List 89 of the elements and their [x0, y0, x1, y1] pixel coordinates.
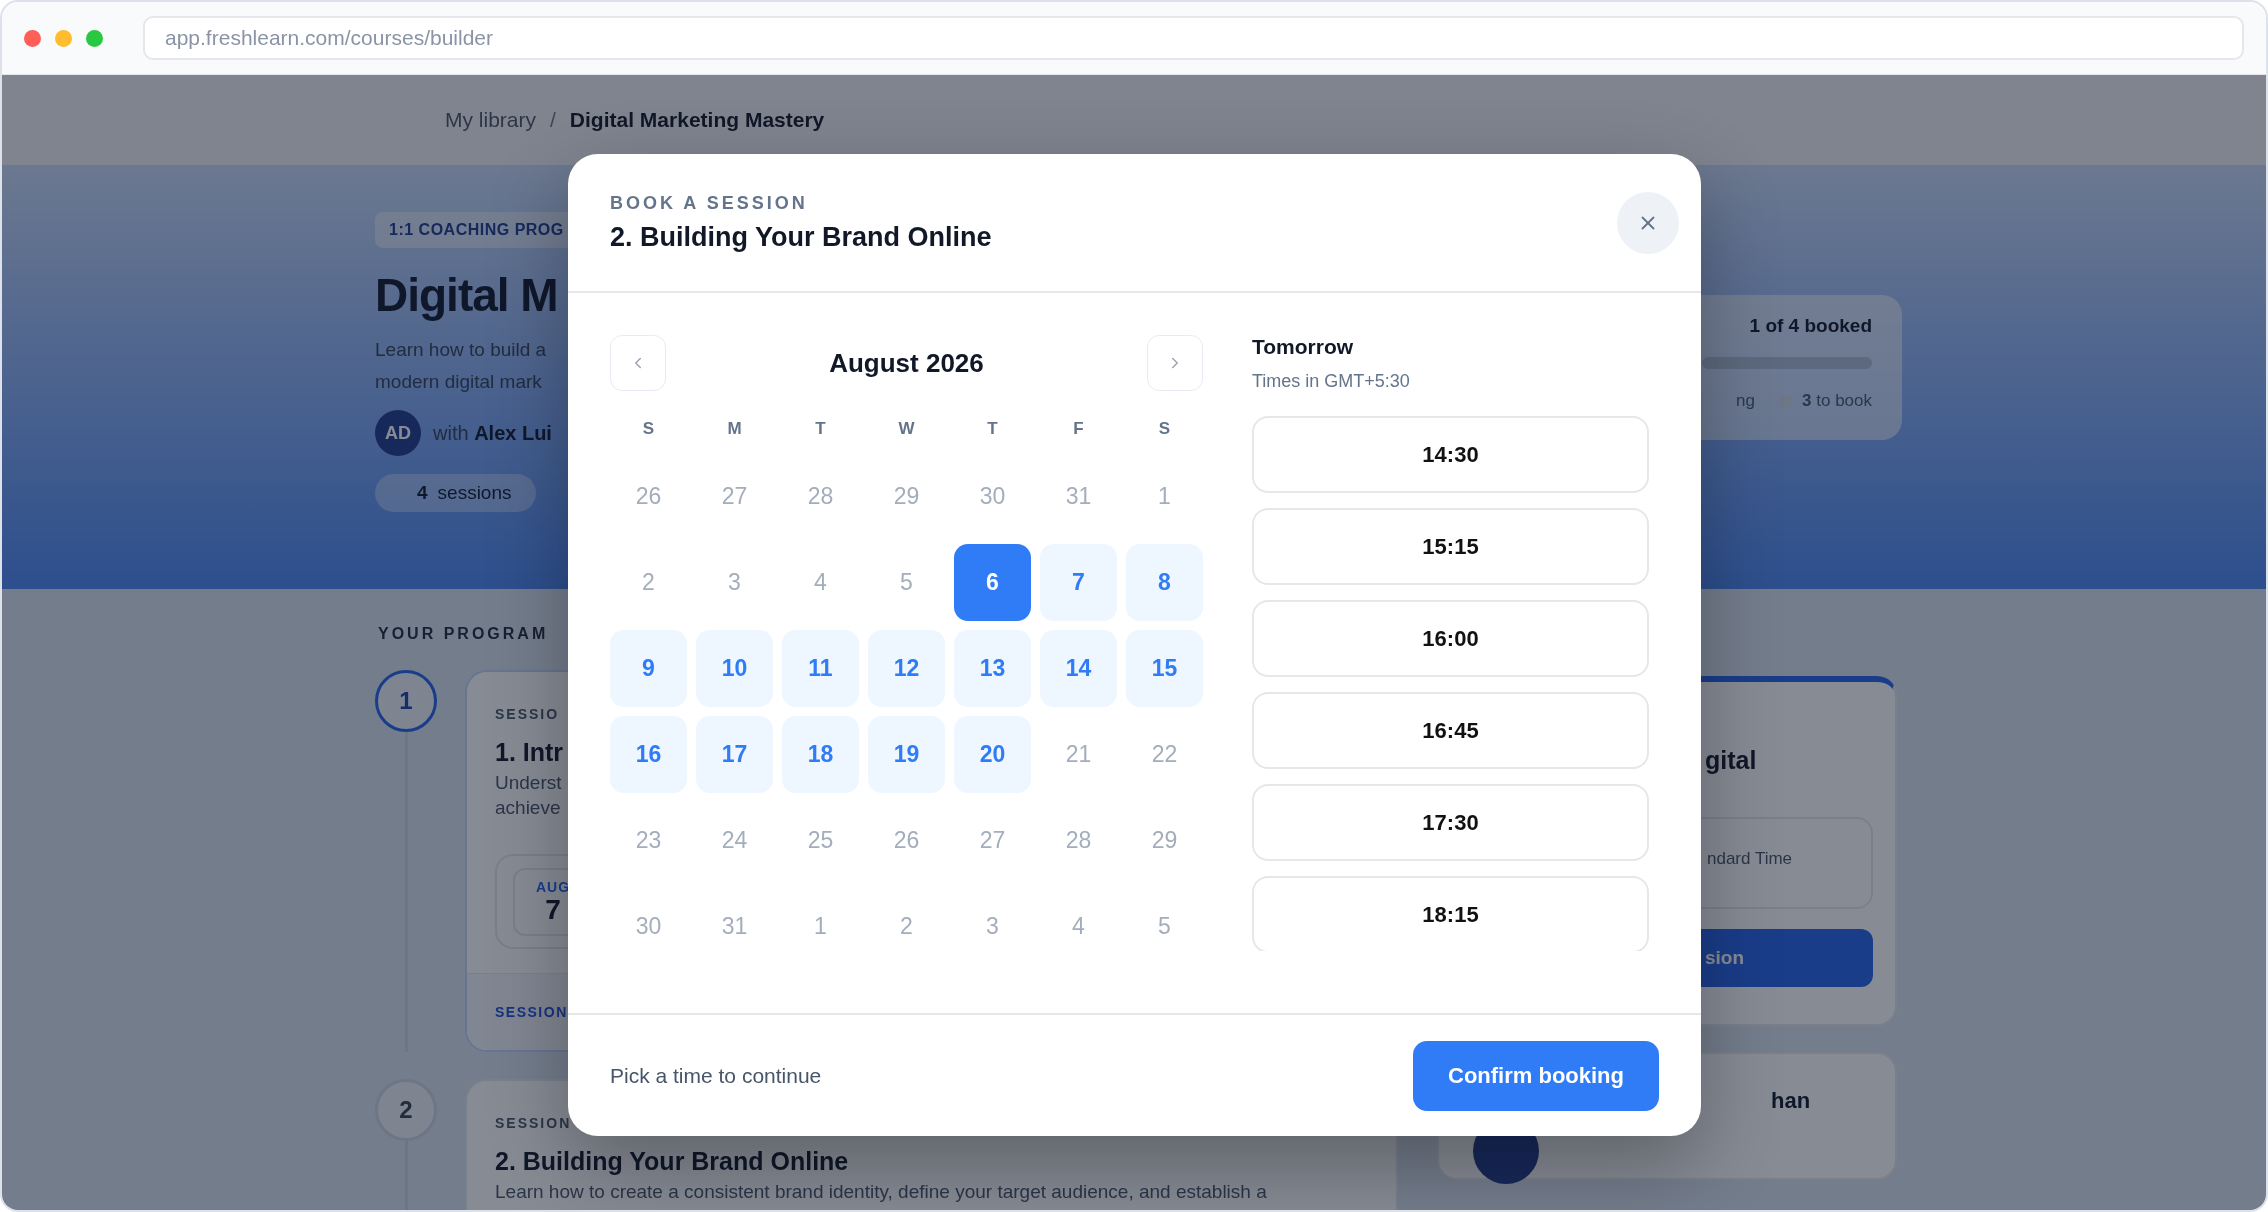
- calendar-day[interactable]: 25: [782, 802, 859, 879]
- calendar-day[interactable]: 1: [782, 888, 859, 965]
- weekday-label: T: [986, 418, 999, 440]
- course-description: Learn how to build a modern digital mark: [375, 338, 547, 394]
- footer-hint: Pick a time to continue: [610, 1063, 822, 1088]
- previous-month-button[interactable]: [610, 335, 666, 391]
- section-heading: YOUR PROGRAM: [378, 625, 550, 643]
- session-description: Underst achieve: [495, 771, 562, 820]
- calendar-day[interactable]: 3: [954, 888, 1031, 965]
- course-title: Digital M: [375, 268, 558, 322]
- breadcrumb-separator: /: [550, 108, 556, 132]
- session-title: 2. Building Your Brand Online: [495, 1147, 849, 1176]
- calendar-day[interactable]: 10: [696, 630, 773, 707]
- times-heading: Tomorrow: [1252, 335, 1355, 359]
- session-footer-label: SESSION: [495, 1004, 568, 1020]
- calendar-day[interactable]: 21: [1040, 716, 1117, 793]
- confirm-button[interactable]: Confirm booking: [1413, 1040, 1659, 1111]
- calendar-day[interactable]: 31: [1040, 458, 1117, 535]
- time-slot[interactable]: 17:30: [1252, 784, 1649, 861]
- calendar-day[interactable]: 18: [782, 716, 859, 793]
- booked-count: 1 of 4 booked: [1749, 315, 1872, 337]
- calendar-day[interactable]: 29: [1126, 802, 1203, 879]
- calendar-day[interactable]: 22: [1126, 716, 1203, 793]
- coach-name: han: [1771, 1088, 1811, 1115]
- calendar-day[interactable]: 30: [610, 888, 687, 965]
- calendar-day[interactable]: 13: [954, 630, 1031, 707]
- coach-name: with Alex Lui: [433, 421, 552, 445]
- weekday-label: S: [1157, 418, 1172, 440]
- calendar-day[interactable]: 26: [868, 802, 945, 879]
- weekday-label: M: [726, 418, 743, 440]
- dialog-eyebrow: BOOK A SESSION: [610, 192, 809, 214]
- calendar-day[interactable]: 4: [1040, 888, 1117, 965]
- calendar-day[interactable]: 9: [610, 630, 687, 707]
- minimize-window-icon[interactable]: [55, 29, 72, 47]
- session-description: Learn how to create a consistent brand identity, define your target audience, and establish a: [495, 1180, 1267, 1204]
- calendar-day[interactable]: 15: [1126, 630, 1203, 707]
- weekday-label: T: [814, 418, 827, 440]
- time-slot[interactable]: 15:15: [1252, 508, 1649, 585]
- time-slot[interactable]: 16:45: [1252, 692, 1649, 769]
- session-title: 1. Intr: [495, 738, 564, 767]
- close-window-icon[interactable]: [24, 29, 41, 47]
- dialog-title: 2. Building Your Brand Online: [610, 221, 992, 253]
- calendar-day[interactable]: 26: [610, 458, 687, 535]
- calendar-day[interactable]: 24: [696, 802, 773, 879]
- calendar-day[interactable]: 12: [868, 630, 945, 707]
- calendar-day[interactable]: 19: [868, 716, 945, 793]
- calendar-day[interactable]: 4: [782, 544, 859, 621]
- time-slot[interactable]: 18:15: [1252, 876, 1649, 951]
- maximize-window-icon[interactable]: [86, 29, 103, 47]
- weekday-label: W: [897, 418, 916, 440]
- coach-avatar: AD: [375, 410, 421, 456]
- next-month-button[interactable]: [1147, 335, 1203, 391]
- time-slot[interactable]: 16:00: [1252, 600, 1649, 677]
- month-title: August 2026: [829, 347, 984, 379]
- calendar-day[interactable]: 31: [696, 888, 773, 965]
- calendar-day[interactable]: 30: [954, 458, 1031, 535]
- calendar-day[interactable]: 28: [782, 458, 859, 535]
- calendar-day[interactable]: 17: [696, 716, 773, 793]
- calendar-day[interactable]: 3: [696, 544, 773, 621]
- legend-label: ng: [1736, 391, 1756, 411]
- calendar-day[interactable]: 23: [610, 802, 687, 879]
- weekday-label: S: [641, 418, 656, 440]
- calendar-day[interactable]: 16: [610, 716, 687, 793]
- calendar-day[interactable]: 2: [610, 544, 687, 621]
- breadcrumb-link[interactable]: My library: [445, 108, 536, 132]
- calendar-day[interactable]: 5: [868, 544, 945, 621]
- calendar-day[interactable]: 14: [1040, 630, 1117, 707]
- time-slot[interactable]: 14:30: [1252, 416, 1649, 493]
- calendar-day[interactable]: 7: [1040, 544, 1117, 621]
- step-number: 1: [375, 670, 437, 732]
- calendar-day[interactable]: 28: [1040, 802, 1117, 879]
- calendar-day[interactable]: 27: [696, 458, 773, 535]
- calendar-day[interactable]: 6: [954, 544, 1031, 621]
- calendar-day[interactable]: 8: [1126, 544, 1203, 621]
- address-bar[interactable]: app.freshlearn.com/courses/builder: [143, 16, 2244, 60]
- calendar-day[interactable]: 29: [868, 458, 945, 535]
- calendar-day[interactable]: 1: [1126, 458, 1203, 535]
- timezone-note: Times in GMT+5:30: [1252, 371, 1411, 392]
- legend-label: 3 to book: [1802, 391, 1872, 411]
- weekday-label: F: [1072, 418, 1085, 440]
- session-label: SESSION: [495, 1115, 572, 1131]
- calendar-day[interactable]: 11: [782, 630, 859, 707]
- calendar-day[interactable]: 20: [954, 716, 1031, 793]
- calendar-day[interactable]: 2: [868, 888, 945, 965]
- step-number: 2: [375, 1079, 437, 1141]
- card-title: gital: [1705, 746, 1758, 775]
- calendar-day[interactable]: 5: [1126, 888, 1203, 965]
- calendar-day[interactable]: 27: [954, 802, 1031, 879]
- session-label: SESSIO: [495, 706, 560, 722]
